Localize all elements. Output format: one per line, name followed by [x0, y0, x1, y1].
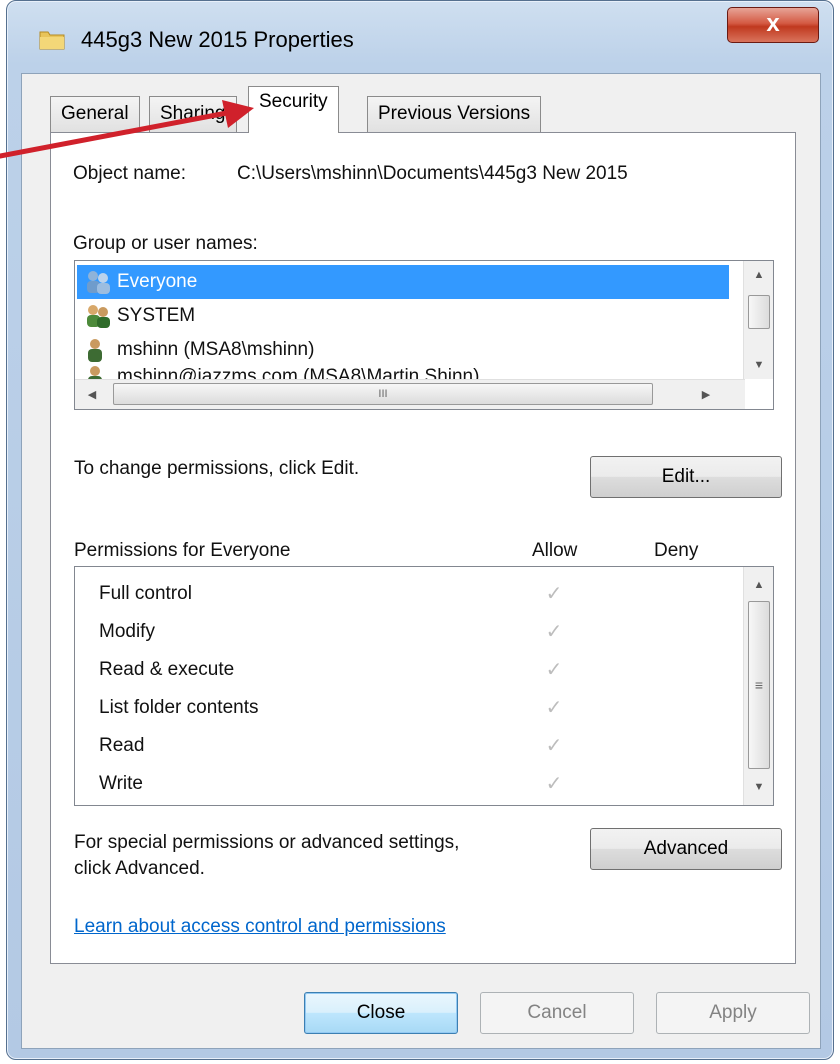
list-item-label: mshinn (MSA8\mshinn): [117, 339, 315, 360]
user-icon: [88, 338, 102, 362]
properties-window: 445g3 New 2015 Properties x General Shar…: [6, 0, 834, 1060]
permission-row: Modify ✓: [99, 613, 719, 651]
group-list-horizontal-scrollbar[interactable]: ◀ III ▶: [75, 379, 745, 409]
tab-security[interactable]: Security: [248, 86, 339, 133]
deny-column-header: Deny: [654, 540, 699, 561]
special-permissions-hint-line1: For special permissions or advanced sett…: [74, 832, 460, 853]
advanced-button[interactable]: Advanced: [590, 828, 782, 870]
scroll-down-arrow-icon[interactable]: ▼: [744, 353, 773, 377]
object-name-label: Object name:: [73, 163, 186, 184]
learn-access-control-link[interactable]: Learn about access control and permissio…: [74, 916, 446, 938]
scroll-right-arrow-icon[interactable]: ▶: [695, 383, 717, 407]
allow-check-icon: ✓: [545, 697, 563, 719]
group-list-vertical-scrollbar[interactable]: ▲ ▼: [743, 261, 773, 379]
change-permissions-hint: To change permissions, click Edit.: [74, 458, 360, 479]
allow-check-icon: ✓: [545, 583, 563, 605]
scroll-up-arrow-icon[interactable]: ▲: [744, 263, 773, 287]
list-item-label: SYSTEM: [117, 305, 196, 326]
permission-row: List folder contents ✓: [99, 689, 719, 727]
allow-check-icon: ✓: [545, 773, 563, 795]
group-user-list[interactable]: Everyone SYSTEM mshinn (MSA8\mshinn) msh…: [74, 260, 774, 410]
edit-button[interactable]: Edit...: [590, 456, 782, 498]
close-window-button[interactable]: x: [727, 7, 819, 43]
scroll-thumb[interactable]: [748, 295, 770, 329]
permissions-list[interactable]: Full control ✓ Modify ✓ Read & execute ✓ Li…: [74, 566, 774, 806]
permission-row: Full control ✓: [99, 575, 719, 613]
folder-icon: [39, 31, 65, 50]
tab-sharing[interactable]: Sharing: [149, 96, 237, 132]
permission-row: Read ✓: [99, 727, 719, 765]
close-button[interactable]: Close: [304, 992, 458, 1034]
scroll-thumb[interactable]: ≡: [748, 601, 770, 769]
allow-check-icon: ✓: [545, 659, 563, 681]
group-icon: [87, 304, 110, 328]
list-item-system[interactable]: SYSTEM: [83, 299, 723, 333]
permission-name: Full control: [99, 583, 192, 604]
cancel-button[interactable]: Cancel: [480, 992, 634, 1034]
apply-button[interactable]: Apply: [656, 992, 810, 1034]
allow-column-header: Allow: [532, 540, 578, 561]
permission-row: Write ✓: [99, 765, 719, 803]
permission-name: Read: [99, 735, 145, 756]
tab-previous-versions[interactable]: Previous Versions: [367, 96, 542, 132]
permission-name: List folder contents: [99, 697, 259, 718]
dialog-client-area: General Sharing Security Previous Versio…: [21, 73, 821, 1049]
permissions-vertical-scrollbar[interactable]: ▲ ≡ ▼: [743, 567, 773, 805]
permission-row: Read & execute ✓: [99, 651, 719, 689]
title-bar[interactable]: 445g3 New 2015 Properties x: [7, 1, 833, 73]
permission-name: Read & execute: [99, 659, 235, 680]
window-title: 445g3 New 2015 Properties: [81, 27, 354, 52]
group-icon: [87, 270, 110, 294]
special-permissions-hint-line2: click Advanced.: [74, 858, 205, 879]
permissions-for-label: Permissions for Everyone: [74, 540, 291, 561]
permission-name: Write: [99, 773, 143, 794]
list-item-label: Everyone: [117, 271, 198, 292]
allow-check-icon: ✓: [545, 621, 563, 643]
object-name-value: C:\Users\mshinn\Documents\445g3 New 2015: [237, 163, 628, 184]
tab-general[interactable]: General: [50, 96, 140, 132]
allow-check-icon: ✓: [545, 735, 563, 757]
group-names-label: Group or user names:: [73, 233, 258, 254]
scroll-left-arrow-icon[interactable]: ◀: [81, 383, 103, 407]
list-item-everyone[interactable]: Everyone: [77, 265, 729, 299]
scroll-up-arrow-icon[interactable]: ▲: [744, 573, 773, 597]
scroll-down-arrow-icon[interactable]: ▼: [744, 775, 773, 799]
permission-name: Modify: [99, 621, 155, 642]
horizontal-scroll-thumb[interactable]: III: [113, 383, 653, 405]
